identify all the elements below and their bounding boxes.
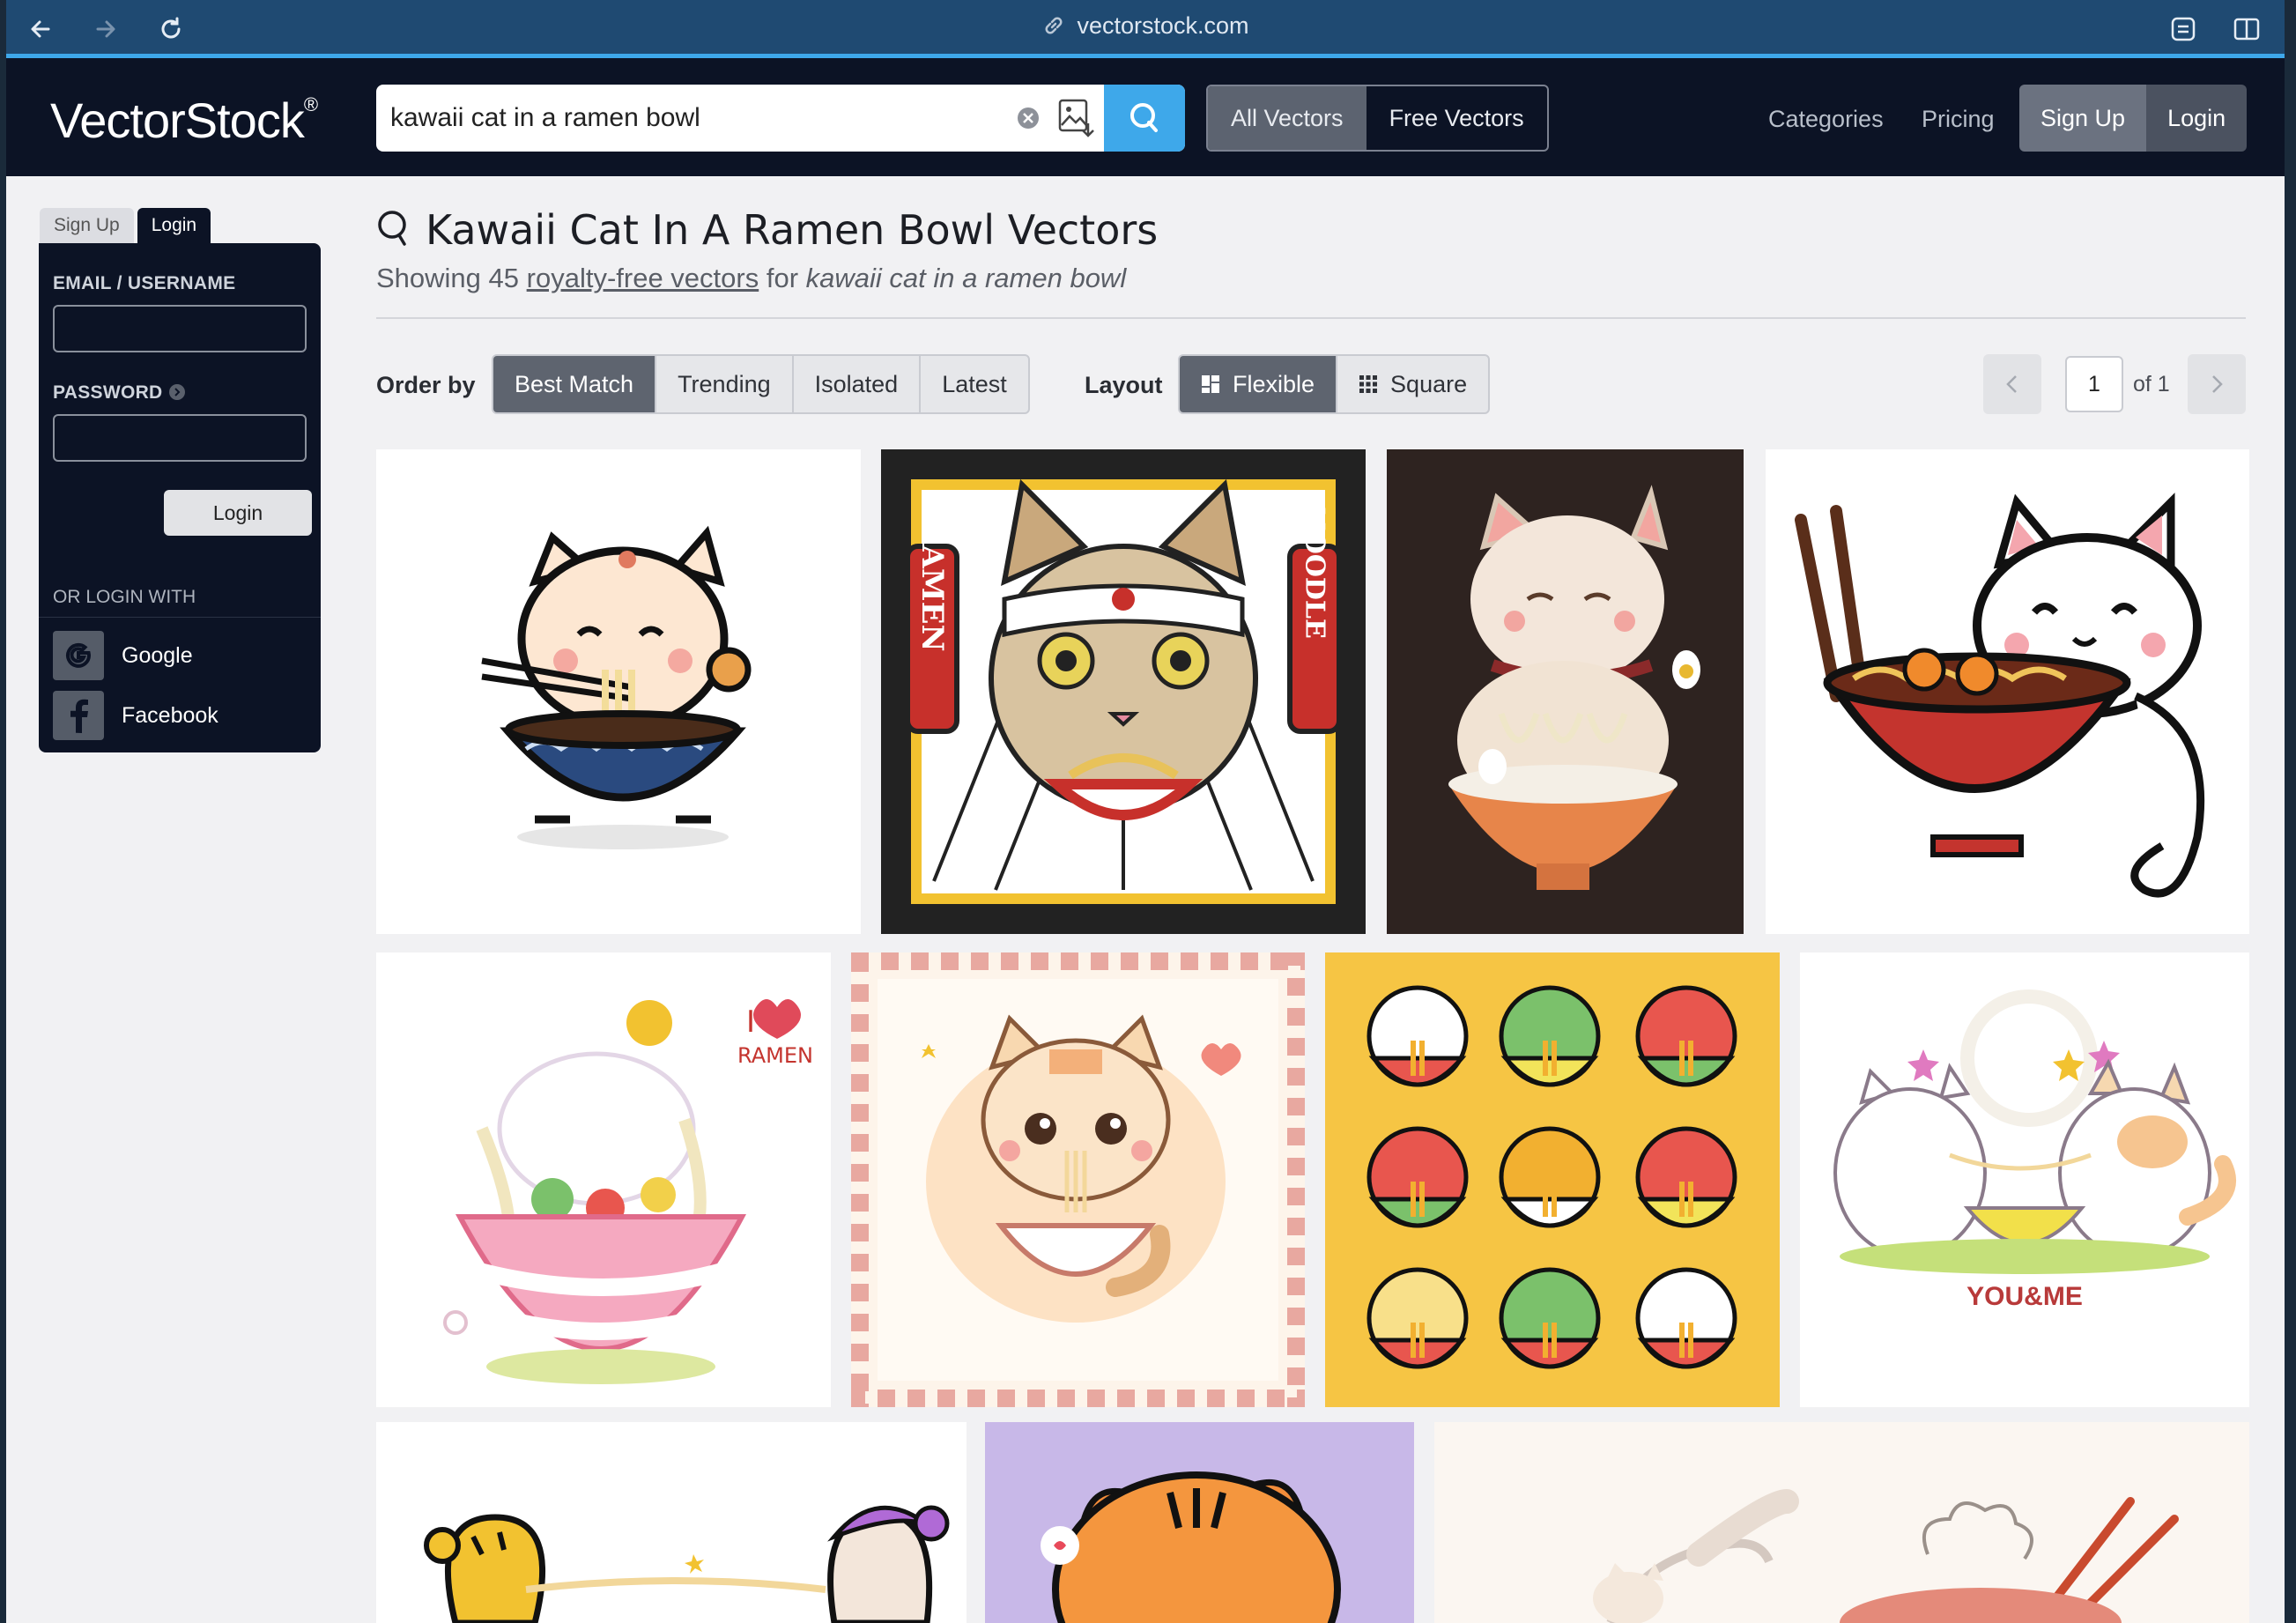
flexible-grid-icon (1202, 375, 1219, 393)
free-vectors-button[interactable]: Free Vectors (1366, 86, 1547, 150)
tab-signup[interactable]: Sign Up (40, 208, 134, 243)
page-title: Kawaii Cat In A Ramen Bowl Vectors (376, 206, 1158, 254)
email-label: EMAIL / USERNAME (53, 273, 236, 293)
chevron-right-icon (2212, 375, 2223, 393)
browser-toolbar: vectorstock.com (6, 0, 2285, 58)
result-image-cat-eating-noodles[interactable] (376, 449, 861, 934)
ramen-noodle-poster-illustration: RAMEN NOODLE (905, 478, 1342, 904)
auth-buttons: Sign Up Login (2019, 85, 2248, 152)
result-image-you-and-me-cats[interactable]: YOU&ME (1800, 952, 2249, 1407)
chevron-left-icon (2006, 375, 2017, 393)
result-image-ramen-characters-set[interactable] (1325, 952, 1780, 1407)
clear-search-icon[interactable] (1014, 104, 1042, 132)
image-search-icon[interactable] (1056, 97, 1097, 139)
ramen-characters-grid (1366, 985, 1737, 1369)
order-by-label: Order by (376, 372, 476, 398)
extensions-icon[interactable] (2168, 14, 2198, 44)
ramen-scene-illustration (1593, 1489, 2179, 1623)
white-cat-bowl-illustration (1795, 493, 2205, 898)
header-login-button[interactable]: Login (2146, 85, 2248, 152)
layout-selector: Flexible Square (1178, 354, 1491, 414)
cat-noodles-illustration (481, 525, 752, 849)
facebook-icon (53, 691, 104, 740)
nav-pricing[interactable]: Pricing (1922, 106, 1995, 133)
square-grid-icon (1359, 375, 1378, 393)
order-best-match[interactable]: Best Match (493, 356, 657, 412)
order-trending[interactable]: Trending (656, 356, 794, 412)
page-total: of 1 (2133, 372, 2170, 396)
search-icon (1130, 103, 1158, 132)
vector-type-toggle: All Vectors Free Vectors (1206, 85, 1549, 152)
login-panel-tabs: Sign Up Login (40, 208, 214, 243)
nav-categories[interactable]: Categories (1768, 106, 1884, 133)
order-by-selector: Best Match Trending Isolated Latest (492, 354, 1030, 414)
link-icon (1046, 17, 1063, 34)
you-and-me-text: YOU&ME (1966, 1282, 2083, 1311)
page-number-input[interactable]: 1 (2065, 356, 2123, 412)
result-image-tiger-and-girl-noodles[interactable] (376, 1422, 967, 1623)
url-text: vectorstock.com (1077, 12, 1249, 39)
order-latest[interactable]: Latest (921, 356, 1028, 412)
order-isolated[interactable]: Isolated (794, 356, 922, 412)
search-box (376, 85, 1185, 152)
facebook-login-button[interactable]: Facebook (53, 691, 218, 740)
result-image-i-love-ramen-cat[interactable]: I RAMEN (376, 952, 831, 1407)
all-vectors-button[interactable]: All Vectors (1208, 86, 1366, 150)
result-image-tiger-cub[interactable] (985, 1422, 1414, 1623)
email-field[interactable] (53, 305, 307, 352)
prev-page-button[interactable] (1983, 354, 2041, 414)
info-icon[interactable] (168, 383, 186, 401)
google-login-button[interactable]: Google (53, 631, 193, 680)
or-login-with: OR LOGIN WITH (53, 587, 196, 607)
royalty-free-link[interactable]: royalty-free vectors (527, 263, 759, 293)
i-love-ramen-illustration: I RAMEN (443, 999, 813, 1384)
google-icon (53, 631, 104, 680)
noodle-lantern-text: NOODLE (1300, 507, 1330, 639)
search-button[interactable] (1104, 85, 1185, 152)
password-field[interactable] (53, 414, 307, 462)
divider (376, 317, 2246, 319)
password-label: PASSWORD (53, 382, 163, 403)
result-image-lucky-cat-ramen[interactable] (1387, 449, 1744, 934)
tiger-cub-illustration (1041, 1471, 1341, 1623)
kawaii-cat-frame-illustration (851, 952, 1305, 1407)
search-input[interactable] (390, 97, 1007, 139)
next-page-button[interactable] (2188, 354, 2246, 414)
ramen-lantern-text: RAMEN (915, 520, 950, 651)
layout-square[interactable]: Square (1337, 356, 1488, 412)
divider (39, 617, 321, 618)
ramen-word-text: RAMEN (737, 1043, 813, 1068)
site-header: VectorStock® All Vectors Free Vectors Ca… (6, 58, 2285, 176)
panel-login-button[interactable]: Login (164, 490, 312, 536)
lucky-cat-ramen-illustration (1448, 485, 1700, 890)
result-image-ramen-scene[interactable] (1434, 1422, 2249, 1623)
tiger-girl-noodles-illustration (424, 1505, 950, 1623)
result-image-ramen-noodle-cat-poster[interactable]: RAMEN NOODLE (881, 449, 1366, 934)
you-and-me-cats-illustration: YOU&ME (1833, 989, 2236, 1311)
page-content: Sign Up Login EMAIL / USERNAME PASSWORD … (6, 176, 2285, 1623)
layout-label: Layout (1085, 372, 1163, 398)
password-label-row: PASSWORD (53, 382, 186, 404)
address-bar[interactable]: vectorstock.com (6, 12, 2285, 40)
result-image-kawaii-cat-noodles-frame[interactable] (851, 952, 1305, 1407)
sidebar-toggle-icon[interactable] (2232, 14, 2262, 44)
i-text: I (746, 1004, 755, 1040)
site-logo[interactable]: VectorStock® (50, 92, 318, 149)
header-signup-button[interactable]: Sign Up (2019, 85, 2147, 152)
tab-login[interactable]: Login (137, 208, 211, 243)
login-panel: EMAIL / USERNAME PASSWORD Login OR LOGIN… (39, 243, 321, 752)
result-image-white-cat-hugging-bowl[interactable] (1766, 449, 2249, 934)
search-icon (378, 211, 406, 246)
layout-flexible[interactable]: Flexible (1180, 356, 1338, 412)
results-summary: Showing 45 royalty-free vectors for kawa… (376, 263, 1127, 293)
